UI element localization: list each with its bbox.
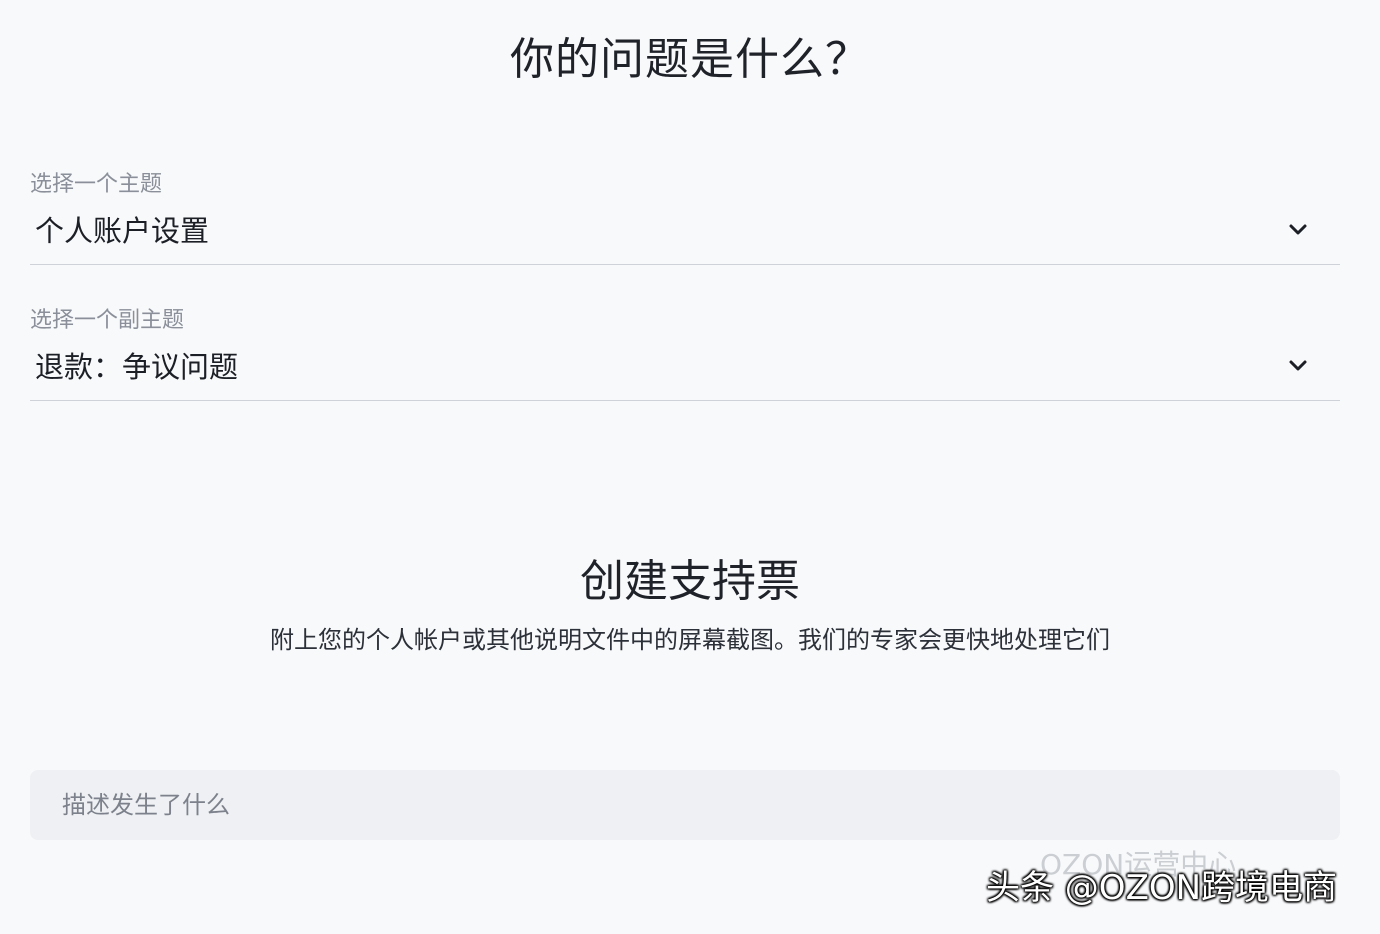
ticket-section-title: 创建支持票 (580, 556, 800, 607)
chevron-down-icon[interactable] (1286, 218, 1310, 242)
ticket-description: 附上您的个人帐户或其他说明文件中的屏幕截图。我们的专家会更快地处理它们 (270, 626, 1110, 654)
description-placeholder: 描述发生了什么 (62, 791, 230, 819)
subtopic-select-value: 退款：争议问题 (35, 350, 239, 384)
topic-select-value: 个人账户设置 (35, 214, 210, 248)
chevron-down-icon[interactable] (1286, 354, 1310, 378)
page-title: 你的问题是什么？ (510, 34, 870, 85)
watermark: 头条 @OZON跨境电商 (986, 868, 1338, 908)
topic-select[interactable]: 选择一个主题 个人账户设置 (30, 168, 1340, 265)
topic-select-label: 选择一个主题 (30, 172, 163, 197)
description-textarea[interactable]: 描述发生了什么 (30, 770, 1340, 840)
subtopic-select[interactable]: 选择一个副主题 退款：争议问题 (30, 304, 1340, 401)
subtopic-select-label: 选择一个副主题 (30, 308, 185, 333)
